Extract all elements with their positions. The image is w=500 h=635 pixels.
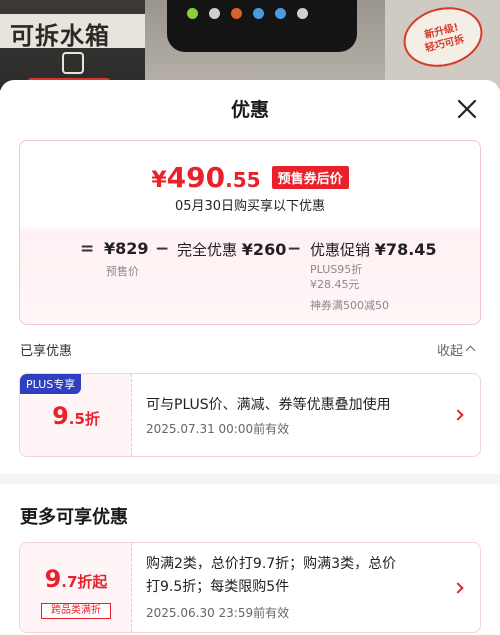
button-icon <box>209 8 220 19</box>
minus-sign: − <box>287 239 302 259</box>
close-button[interactable] <box>452 94 482 124</box>
cross-category-coupon-card[interactable]: 9.7折起 跨品类满折 购满2类，总价打9.7折；购满3类，总价 打9.5折；每… <box>19 542 481 633</box>
close-icon <box>457 99 477 119</box>
full-discount-value: ¥260 <box>241 240 287 259</box>
coupon-expiry: 2025.06.30 23:59前有效 <box>146 606 290 620</box>
discount-unit: 折 <box>84 410 100 428</box>
base-price-term: ¥829 <box>104 239 149 258</box>
product-image-backdrop: 可拆水箱 新升级! 轻巧可拆 <box>0 0 500 90</box>
final-price-integer: 490 <box>166 161 226 194</box>
upgrade-badge: 新升级! 轻巧可拆 <box>397 0 489 75</box>
enjoyed-discounts-label: 已享优惠 <box>20 344 73 359</box>
coupon-description-line1: 购满2类，总价打9.7折；购满3类，总价 <box>146 556 397 572</box>
button-icon <box>187 8 198 19</box>
section-divider <box>0 474 500 484</box>
collapse-label: 收起 <box>437 344 464 359</box>
button-icon <box>253 8 264 19</box>
promo-label: 优惠促销 <box>310 241 371 259</box>
more-discounts-title: 更多可享优惠 <box>20 507 128 528</box>
promo-detail-plus: PLUS95折 <box>310 263 363 276</box>
coupon-expiry: 2025.07.31 00:00前有效 <box>146 422 290 436</box>
control-panel <box>167 0 357 52</box>
final-price-row: ¥490.55 预售券后价 <box>20 161 480 194</box>
price-formula: = ¥829 预售价 − 完全优惠 ¥260 − 优惠促销 ¥78.45 PLU… <box>20 239 480 319</box>
final-price-badge: 预售券后价 <box>271 166 349 189</box>
coupon-description-line2: 打9.5折；每类限购5件 <box>146 579 290 595</box>
minus-sign: − <box>155 239 170 259</box>
discount-sheet: 优惠 ¥490.55 预售券后价 05月30日购买享以下优惠 = ¥829 预售… <box>0 80 500 635</box>
price-breakdown-card: ¥490.55 预售券后价 05月30日购买享以下优惠 = ¥829 预售价 −… <box>19 140 481 325</box>
product-image-right: 新升级! 轻巧可拆 <box>385 0 500 90</box>
promo-value: ¥78.45 <box>374 240 437 259</box>
category-tag: 跨品类满折 <box>41 603 111 619</box>
sheet-title: 优惠 <box>230 99 269 121</box>
full-discount-term: 完全优惠 ¥260 <box>177 239 286 260</box>
discount-integer: 9 <box>44 565 62 593</box>
discount-integer: 9 <box>52 402 69 430</box>
promo-detail-amount: ¥28.45元 <box>310 278 360 291</box>
purchase-date-note: 05月30日购买享以下优惠 <box>174 199 326 214</box>
coupon-discount: 9.7折起 <box>20 565 132 593</box>
collapse-button[interactable]: 收起 <box>437 340 476 359</box>
equals-sign: = <box>80 239 95 259</box>
chevron-right-icon <box>452 582 464 594</box>
base-price: ¥829 <box>104 239 149 258</box>
currency-symbol: ¥ <box>151 168 167 193</box>
coupon-discount: 9.5折 <box>20 402 132 430</box>
coupon-description: 可与PLUS价、满减、券等优惠叠加使用 <box>146 397 391 413</box>
button-icon <box>297 8 308 19</box>
plus-exclusive-tag: PLUS专享 <box>20 374 82 394</box>
product-image-left: 可拆水箱 <box>0 0 145 90</box>
final-price-decimal: .55 <box>225 168 261 192</box>
plus-coupon-card[interactable]: PLUS专享 9.5折 可与PLUS价、满减、券等优惠叠加使用 2025.07.… <box>19 373 481 457</box>
discount-unit: 折起 <box>77 573 108 591</box>
chevron-right-icon <box>452 409 464 421</box>
base-price-label: 预售价 <box>106 265 139 278</box>
promo-detail-coupon: 神券满500减50 <box>310 299 389 312</box>
product-banner-text: 可拆水箱 <box>10 22 110 50</box>
button-icon <box>231 8 242 19</box>
chevron-up-icon <box>465 345 476 356</box>
full-discount-label: 完全优惠 <box>177 241 238 259</box>
discount-decimal: .5 <box>68 410 85 428</box>
product-image-middle <box>145 0 385 90</box>
discount-decimal: .7 <box>61 573 78 591</box>
product-banner: 可拆水箱 <box>0 14 145 50</box>
cube-icon <box>62 52 84 74</box>
promo-term: 优惠促销 ¥78.45 <box>310 239 437 260</box>
final-price: ¥490.55 <box>151 161 260 194</box>
button-icon <box>275 8 286 19</box>
